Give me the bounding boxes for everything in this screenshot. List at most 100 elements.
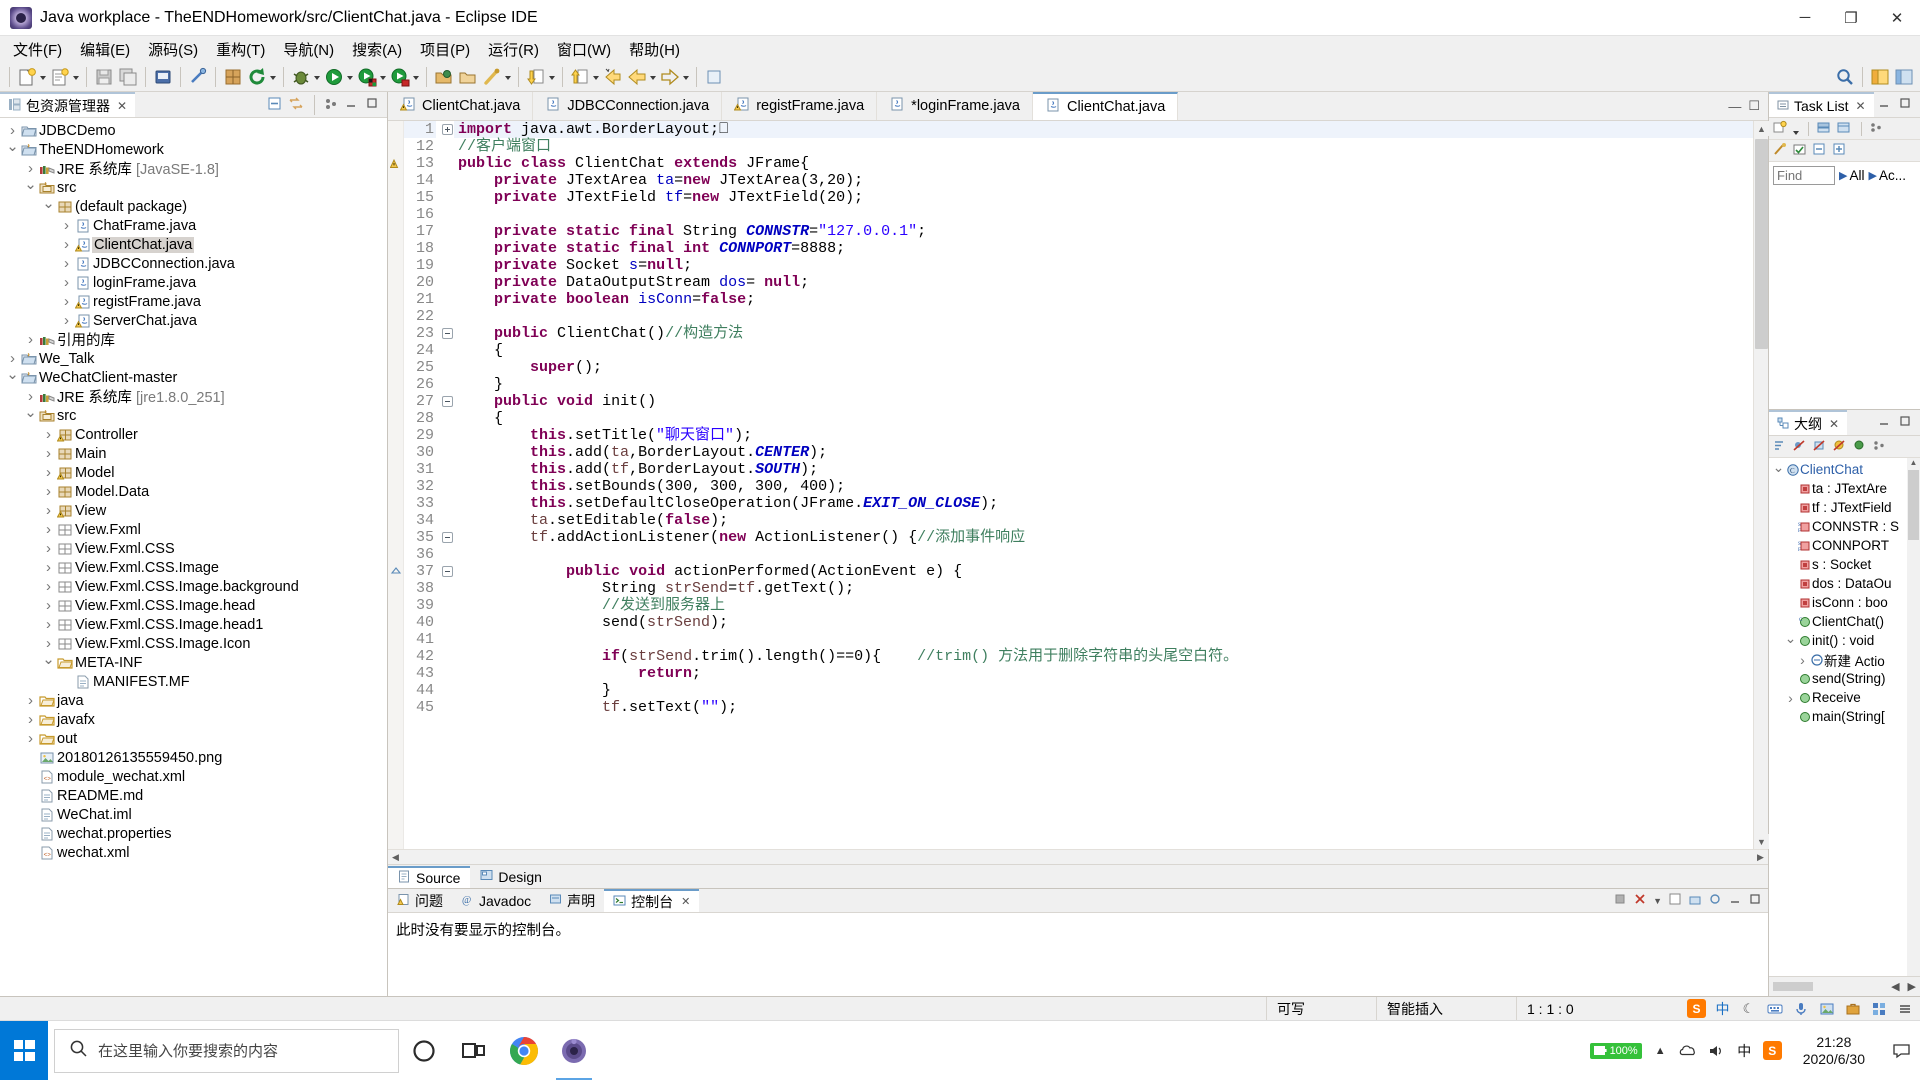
- clear-console-icon[interactable]: [1668, 892, 1682, 910]
- menu-item-5[interactable]: 搜索(A): [343, 37, 411, 62]
- tree-item[interactable]: wechat.properties: [0, 824, 387, 843]
- hide-fields-icon[interactable]: [1792, 438, 1810, 456]
- chevron-right-icon[interactable]: [60, 312, 73, 329]
- chevron-right-icon[interactable]: [24, 711, 37, 728]
- annotation-cell[interactable]: [388, 580, 403, 597]
- tab-task-list[interactable]: Task List ✕: [1769, 92, 1874, 117]
- fold-cell[interactable]: [440, 699, 454, 716]
- annotation-cell[interactable]: [388, 410, 403, 427]
- editor-tab-3[interactable]: *loginFrame.java: [877, 92, 1033, 120]
- annotation-cell[interactable]: [388, 206, 403, 223]
- refresh-dropdown[interactable]: [269, 66, 278, 88]
- battery-indicator[interactable]: 100%: [1589, 1042, 1642, 1059]
- hide-nonpublic-icon[interactable]: [1832, 438, 1850, 456]
- terminate-icon[interactable]: [1613, 892, 1627, 910]
- outline-item[interactable]: send(String): [1769, 669, 1907, 688]
- outline-item[interactable]: isConn : boo: [1769, 593, 1907, 612]
- chevron-down-icon[interactable]: [24, 413, 37, 418]
- annotation-cell[interactable]: [388, 325, 403, 342]
- annotation-cell[interactable]: [388, 614, 403, 631]
- override-annotation-icon[interactable]: [388, 563, 403, 580]
- code-line[interactable]: private JTextField tf=new JTextField(20)…: [454, 189, 1753, 206]
- annotation-cell[interactable]: [388, 529, 403, 546]
- scrollbar-thumb[interactable]: [1755, 139, 1768, 349]
- chevron-right-icon[interactable]: [42, 559, 55, 576]
- menu-item-9[interactable]: 帮助(H): [620, 37, 689, 62]
- find-input[interactable]: [1773, 165, 1835, 185]
- maximize-button[interactable]: ❐: [1828, 0, 1874, 36]
- outline-item[interactable]: S F CONNSTR : S: [1769, 517, 1907, 536]
- fold-cell[interactable]: [440, 580, 454, 597]
- outline-item[interactable]: dos : DataOu: [1769, 574, 1907, 593]
- chevron-right-icon[interactable]: [6, 350, 19, 367]
- annotation-cell[interactable]: [388, 444, 403, 461]
- code-line[interactable]: import java.awt.BorderLayout;⎕: [454, 121, 1753, 138]
- annotation-cell[interactable]: [388, 291, 403, 308]
- annotation-cell[interactable]: [388, 172, 403, 189]
- tree-item[interactable]: src: [0, 406, 387, 425]
- code-line[interactable]: private static final String CONNSTR="127…: [454, 223, 1753, 240]
- search-icon[interactable]: [1834, 66, 1856, 88]
- focus-task-icon[interactable]: [1772, 142, 1790, 160]
- tree-item[interactable]: View.Fxml.CSS.Image.head: [0, 596, 387, 615]
- collapse-tasks-icon[interactable]: [1812, 142, 1830, 160]
- run-configurations-icon[interactable]: [356, 66, 378, 88]
- annotation-cell[interactable]: [388, 342, 403, 359]
- source-text[interactable]: import java.awt.BorderLayout;⎕//客户端窗口 pub…: [454, 121, 1753, 849]
- close-button[interactable]: ✕: [1874, 0, 1920, 36]
- tree-item[interactable]: registFrame.java: [0, 292, 387, 311]
- chevron-right-icon[interactable]: [60, 274, 73, 291]
- scroll-up-icon[interactable]: ▲: [1754, 121, 1769, 136]
- build-icon[interactable]: [222, 66, 244, 88]
- print-icon[interactable]: [152, 66, 174, 88]
- outline-item[interactable]: S F CONNPORT: [1769, 536, 1907, 555]
- chevron-down-icon[interactable]: ⌄: [1784, 630, 1797, 647]
- fold-cell[interactable]: [440, 257, 454, 274]
- fold-cell[interactable]: [440, 121, 454, 138]
- fold-cell[interactable]: [440, 325, 454, 342]
- task-view-button[interactable]: [449, 1021, 499, 1080]
- editor-tab-1[interactable]: JDBCConnection.java: [533, 92, 723, 120]
- hide-local-icon[interactable]: [1852, 438, 1870, 456]
- tree-item[interactable]: JDBCDemo: [0, 121, 387, 140]
- annotation-cell[interactable]: [388, 223, 403, 240]
- tree-item[interactable]: JDBCConnection.java: [0, 254, 387, 273]
- fold-cell[interactable]: [440, 597, 454, 614]
- fold-cell[interactable]: [440, 563, 454, 580]
- all-filter-link[interactable]: ▶ All: [1839, 168, 1864, 183]
- new-wizard-icon[interactable]: [16, 66, 38, 88]
- chevron-right-icon[interactable]: [42, 521, 55, 538]
- view-minimize-icon[interactable]: [1877, 96, 1895, 114]
- activated-filter-link[interactable]: ▶ Ac...: [1868, 168, 1905, 183]
- code-line[interactable]: {: [454, 410, 1753, 427]
- annotation-cell[interactable]: [388, 546, 403, 563]
- outline-item[interactable]: ta : JTextAre: [1769, 479, 1907, 498]
- annotation-cell[interactable]: [388, 597, 403, 614]
- forward-icon[interactable]: [659, 66, 681, 88]
- outline-scrollbar[interactable]: ▲: [1907, 458, 1920, 976]
- sogou-icon[interactable]: S: [1687, 999, 1706, 1018]
- back-icon[interactable]: [626, 66, 648, 88]
- tree-item[interactable]: javafx: [0, 710, 387, 729]
- fold-cell[interactable]: [440, 138, 454, 155]
- fold-cell[interactable]: [440, 308, 454, 325]
- schedule-icon[interactable]: [1836, 120, 1854, 138]
- outline-item[interactable]: ⌄ init() : void: [1769, 630, 1907, 650]
- outline-item[interactable]: › Receive: [1769, 688, 1907, 707]
- scroll-right-icon[interactable]: ▶: [1753, 850, 1768, 865]
- open-resource-icon[interactable]: [457, 66, 479, 88]
- code-line[interactable]: public void init(): [454, 393, 1753, 410]
- annotation-cell[interactable]: [388, 121, 403, 138]
- fold-cell[interactable]: [440, 665, 454, 682]
- fold-cell[interactable]: [440, 189, 454, 206]
- view-maximize-icon[interactable]: [365, 96, 383, 114]
- tree-item[interactable]: ClientChat.java: [0, 235, 387, 254]
- chevron-right-icon[interactable]: [60, 293, 73, 310]
- outline-item[interactable]: › 新建 Actio: [1769, 650, 1907, 669]
- tree-item[interactable]: MANIFEST.MF: [0, 672, 387, 691]
- new-java-class-dropdown[interactable]: [72, 66, 81, 88]
- chevron-right-icon[interactable]: ›: [1796, 652, 1809, 668]
- fold-cell[interactable]: [440, 444, 454, 461]
- last-edit-location-icon[interactable]: [602, 66, 624, 88]
- tree-item[interactable]: META-INF: [0, 653, 387, 672]
